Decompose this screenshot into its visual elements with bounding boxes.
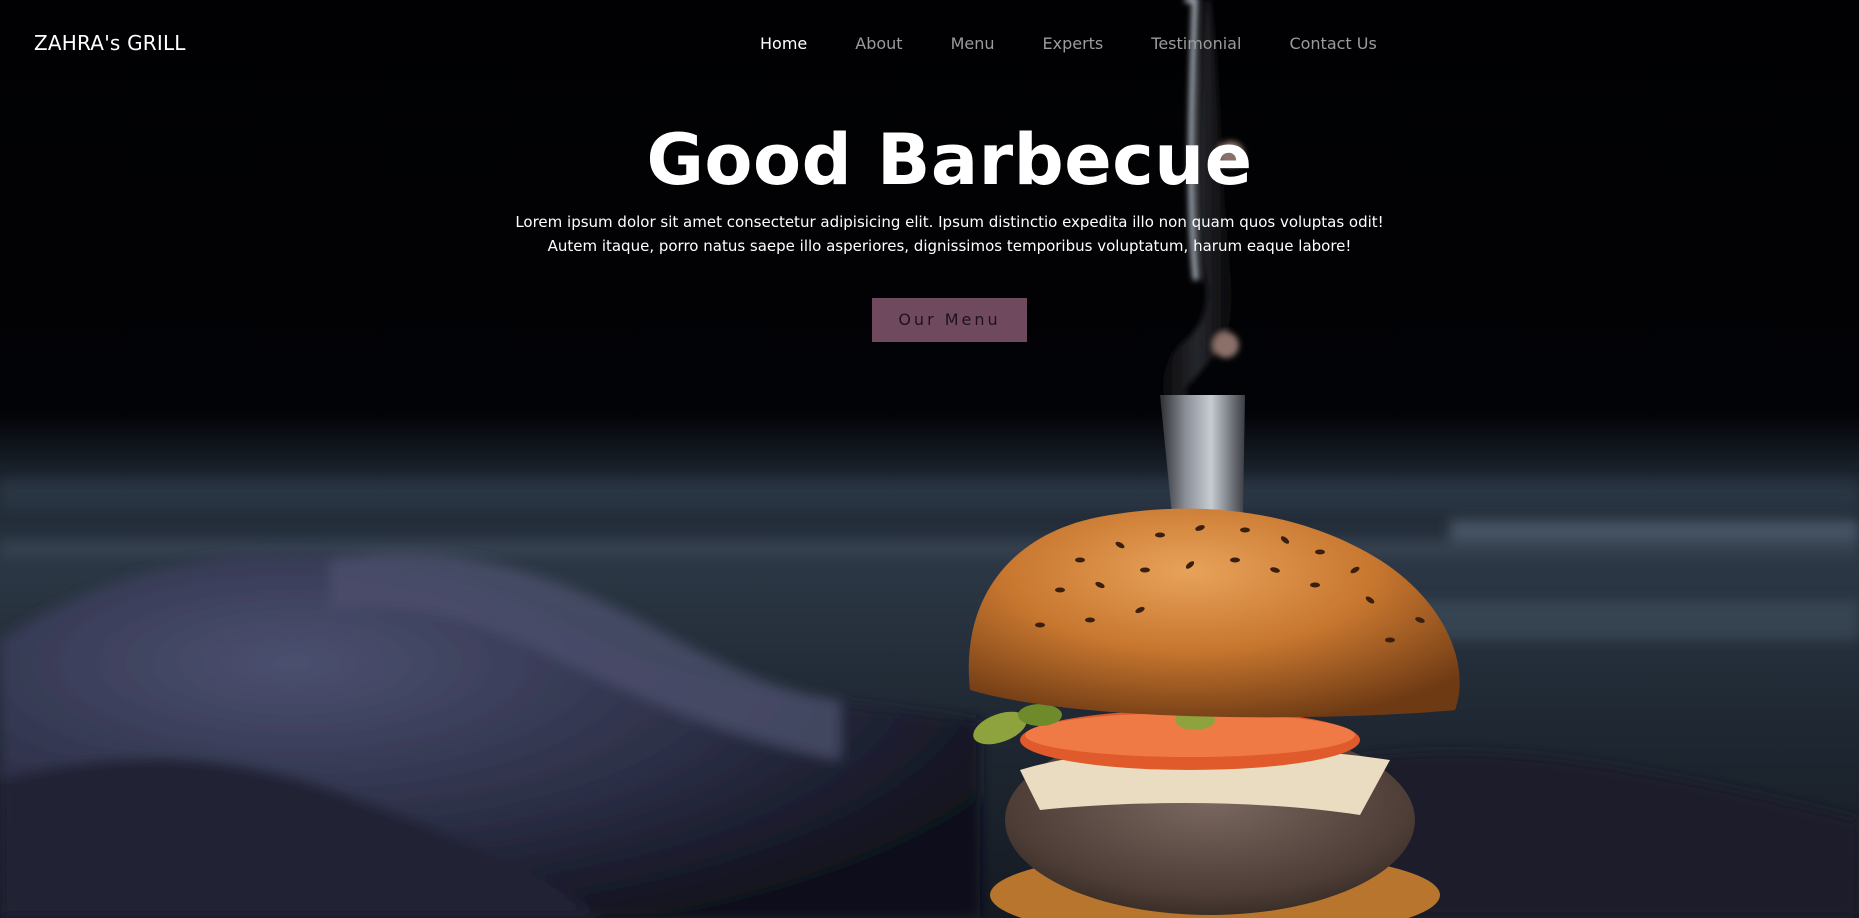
nav-item-about[interactable]: About bbox=[855, 34, 902, 53]
nav-item-experts[interactable]: Experts bbox=[1043, 34, 1104, 53]
our-menu-button[interactable]: Our Menu bbox=[872, 298, 1027, 342]
hero-section: ZAHRA's GRILL Home About Menu Experts Te… bbox=[0, 0, 1859, 918]
nav-links: Home About Menu Experts Testimonial Cont… bbox=[760, 34, 1425, 53]
nav-item-testimonial[interactable]: Testimonial bbox=[1151, 34, 1241, 53]
nav-item-menu[interactable]: Menu bbox=[951, 34, 995, 53]
hero-title: Good Barbecue bbox=[646, 119, 1253, 201]
nav-item-contact-us[interactable]: Contact Us bbox=[1289, 34, 1376, 53]
nav-item-home[interactable]: Home bbox=[760, 34, 807, 53]
hero-content: Good Barbecue Lorem ipsum dolor sit amet… bbox=[0, 120, 1859, 342]
hero-description: Lorem ipsum dolor sit amet consectetur a… bbox=[515, 213, 1384, 255]
brand-logo[interactable]: ZAHRA's GRILL bbox=[34, 31, 186, 55]
navbar: ZAHRA's GRILL Home About Menu Experts Te… bbox=[0, 0, 1859, 90]
